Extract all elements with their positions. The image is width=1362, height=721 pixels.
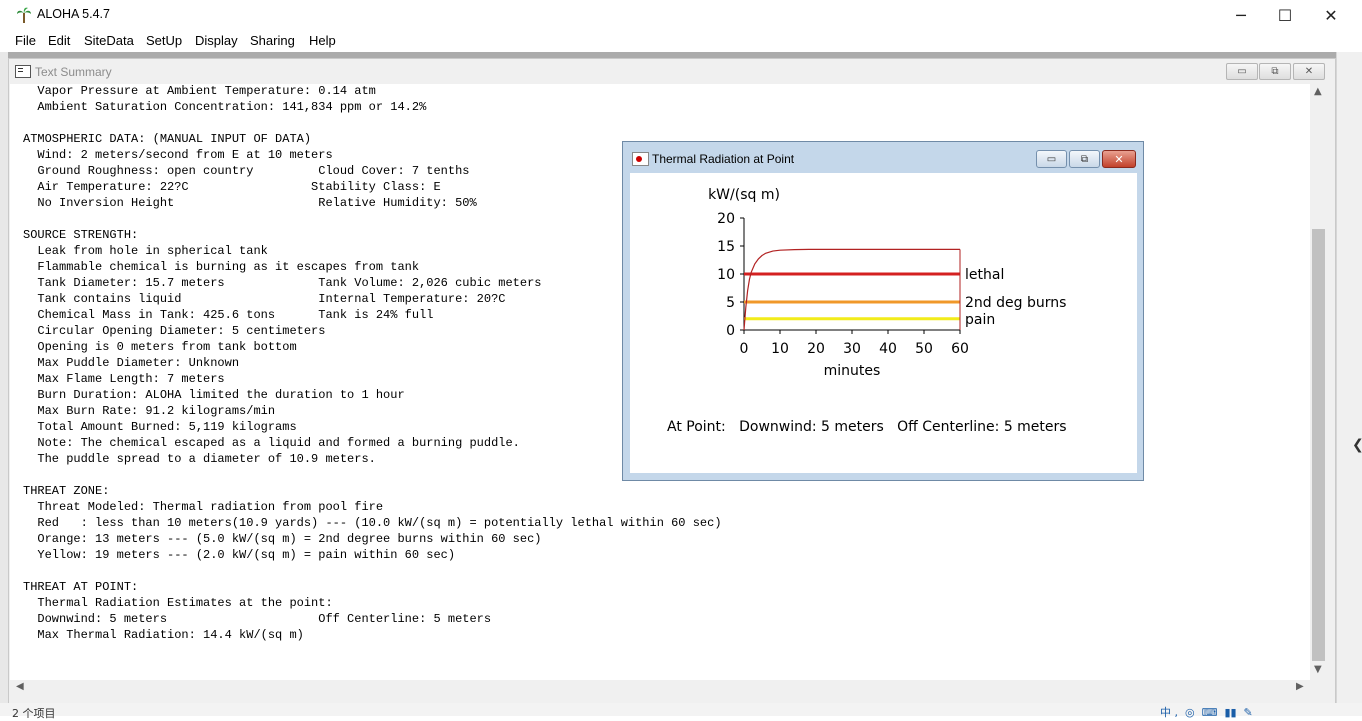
y-tick-label: 5 xyxy=(726,295,735,311)
x-tick-label: 10 xyxy=(771,341,789,357)
menu-sharing[interactable]: Sharing xyxy=(250,33,295,48)
chart-window-icon xyxy=(632,152,649,166)
ts-restore-button[interactable]: ⧉ xyxy=(1259,63,1291,80)
menu-setup[interactable]: SetUp xyxy=(146,33,182,48)
thermal-restore-button[interactable]: ⧉ xyxy=(1069,150,1100,168)
y-tick-label: 15 xyxy=(717,239,735,255)
ts-minimize-button[interactable]: ▭ xyxy=(1226,63,1258,80)
workspace-edge xyxy=(0,52,8,716)
x-axis-label: minutes xyxy=(824,363,881,379)
side-panel-strip xyxy=(1336,52,1362,716)
close-button[interactable]: ✕ xyxy=(1308,0,1354,30)
thermal-window-title: Thermal Radiation at Point xyxy=(652,152,795,166)
threshold-label-2: pain xyxy=(965,312,995,328)
y-axis-label: kW/(sq m) xyxy=(708,187,780,203)
side-collapse-icon[interactable]: ❮ xyxy=(1352,437,1362,453)
menu-display[interactable]: Display xyxy=(195,33,238,48)
menu-sitedata[interactable]: SiteData xyxy=(84,33,134,48)
system-tray: 中 , ◎ ⌨ ▮▮ ✎ xyxy=(1160,706,1253,719)
ts-close-button[interactable]: ✕ xyxy=(1293,63,1325,80)
app-title: ALOHA 5.4.7 xyxy=(37,7,110,21)
thermal-minimize-button[interactable]: ▭ xyxy=(1036,150,1067,168)
menu-help[interactable]: Help xyxy=(309,33,336,48)
menu-file[interactable]: File xyxy=(15,33,36,48)
thermal-close-button[interactable]: ✕ xyxy=(1102,150,1136,168)
text-window-icon xyxy=(15,65,31,78)
y-tick-label: 10 xyxy=(717,267,735,283)
menu-bar: File Edit SiteData SetUp Display Sharing… xyxy=(0,30,1362,52)
title-bar xyxy=(0,0,1362,30)
minimize-button[interactable]: ─ xyxy=(1218,0,1264,30)
x-tick-label: 60 xyxy=(951,341,969,357)
thermal-chart: 0 5 10 15 20 0 10 20 30 40 50 60 kW/(sq m) minutes let… xyxy=(708,187,1066,379)
maximize-button[interactable]: ☐ xyxy=(1262,0,1308,30)
x-tick-label: 50 xyxy=(915,341,933,357)
taskbar xyxy=(0,703,1362,716)
vertical-scroll-thumb[interactable] xyxy=(1312,229,1325,661)
point-info: At Point: Downwind: 5 meters Off Centerl… xyxy=(667,419,1067,435)
threshold-label-1: 2nd deg burns xyxy=(965,295,1066,311)
x-tick-label: 20 xyxy=(807,341,825,357)
threshold-label-0: lethal xyxy=(965,267,1004,283)
scroll-up-icon[interactable]: ▲ xyxy=(1314,86,1322,97)
status-text: 2 个项目 xyxy=(12,707,56,720)
scroll-down-icon[interactable]: ▼ xyxy=(1314,664,1322,675)
palm-tree-icon xyxy=(17,7,31,23)
summary-text: Vapor Pressure at Ambient Temperature: 0… xyxy=(23,84,722,642)
scroll-right-icon[interactable]: ▶ xyxy=(1296,681,1304,692)
text-summary-title: Text Summary xyxy=(35,65,112,79)
x-tick-label: 0 xyxy=(740,341,749,357)
menu-edit[interactable]: Edit xyxy=(48,33,70,48)
x-tick-label: 40 xyxy=(879,341,897,357)
scroll-left-icon[interactable]: ◀ xyxy=(16,681,24,692)
y-tick-label: 0 xyxy=(726,323,735,339)
x-tick-label: 30 xyxy=(843,341,861,357)
y-tick-label: 20 xyxy=(717,211,735,227)
horizontal-scrollbar[interactable] xyxy=(10,680,1310,696)
